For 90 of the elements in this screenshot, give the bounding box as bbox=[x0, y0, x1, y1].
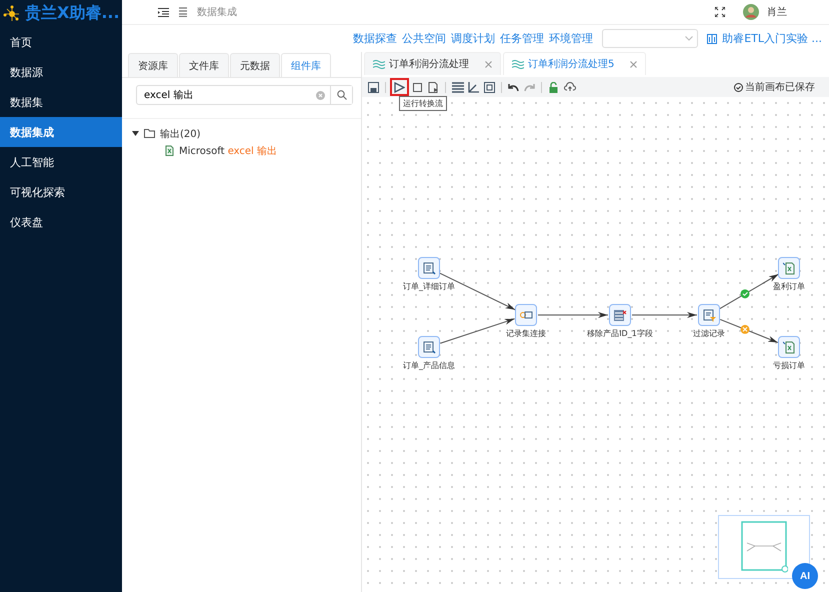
grid-icon bbox=[452, 82, 464, 92]
fullscreen-icon[interactable] bbox=[715, 7, 725, 17]
connector-arrow bbox=[632, 312, 698, 318]
undo-icon bbox=[508, 82, 519, 92]
minimap[interactable] bbox=[718, 515, 810, 579]
caret-icon[interactable] bbox=[132, 130, 139, 137]
redo-icon bbox=[524, 82, 535, 92]
tab-label: 订单利润分流处理5 bbox=[528, 58, 614, 71]
spreadsheet-file-icon bbox=[783, 262, 795, 274]
flow-icon bbox=[512, 60, 524, 68]
node-label: 移除产品ID_1字段 bbox=[587, 328, 653, 339]
node-label: 盈利订单 bbox=[773, 281, 805, 292]
tooltip: 运行转换流 bbox=[399, 96, 447, 111]
spreadsheet-file-icon bbox=[783, 340, 795, 354]
flow-node[interactable] bbox=[418, 336, 440, 358]
sidebar-item[interactable]: 首页 bbox=[0, 27, 122, 57]
join-icon bbox=[519, 309, 533, 321]
filter-icon bbox=[702, 308, 716, 322]
fit-screen-icon bbox=[484, 82, 495, 92]
align-button[interactable] bbox=[466, 80, 481, 94]
remove-field-icon bbox=[613, 308, 627, 322]
nav-link[interactable]: 数据探查 bbox=[353, 31, 398, 46]
save-status: 当前画布已保存 bbox=[745, 80, 815, 94]
sidebar-item[interactable]: 数据集成 bbox=[0, 117, 122, 147]
course-link[interactable]: 助睿ETL入门实验 ... bbox=[722, 31, 822, 46]
save-icon bbox=[368, 82, 379, 92]
select-field[interactable] bbox=[602, 29, 698, 48]
ai-assistant-button[interactable]: AI bbox=[792, 563, 818, 589]
close-icon[interactable] bbox=[630, 60, 638, 68]
flow-node[interactable] bbox=[418, 257, 440, 279]
close-icon[interactable] bbox=[485, 60, 492, 68]
flow-node[interactable] bbox=[609, 304, 631, 326]
connector-arrow bbox=[718, 274, 780, 310]
editor-tab[interactable]: 订单利润分流处理5 bbox=[503, 52, 646, 75]
sidebar-item[interactable]: 数据集 bbox=[0, 87, 122, 117]
nav-link[interactable]: 任务管理 bbox=[500, 31, 544, 46]
tree-item[interactable]: Microsoft excel 输出 bbox=[179, 144, 278, 158]
node-label: 订单_详细订单 bbox=[403, 281, 455, 292]
flow-node[interactable] bbox=[778, 336, 800, 358]
avatar[interactable] bbox=[743, 4, 759, 20]
grid-button[interactable] bbox=[450, 80, 465, 94]
nav-link[interactable]: 调度计划 bbox=[451, 31, 496, 46]
flow-node[interactable] bbox=[698, 304, 720, 326]
lock-icon bbox=[549, 82, 558, 92]
tab[interactable]: 资源库 bbox=[128, 53, 178, 77]
run-button[interactable] bbox=[390, 78, 409, 96]
breadcrumb: 数据集成 bbox=[197, 6, 237, 19]
folder-icon bbox=[144, 129, 155, 138]
user-name: 肖兰 bbox=[767, 6, 787, 19]
table-icon bbox=[422, 340, 436, 354]
flow-node[interactable] bbox=[515, 304, 537, 326]
nav-link[interactable]: 环境管理 bbox=[549, 31, 594, 46]
spreadsheet-file-icon bbox=[164, 145, 174, 156]
cloud-upload-icon bbox=[564, 82, 576, 92]
tree-item[interactable]: 输出(20) bbox=[160, 126, 201, 140]
stop-icon bbox=[413, 82, 422, 92]
node-label: 亏损订单 bbox=[773, 360, 805, 371]
sidebar-item[interactable]: 可视化探索 bbox=[0, 177, 122, 207]
search-input[interactable]: excel 输出 bbox=[137, 88, 316, 102]
node-label: 记录集连接 bbox=[506, 328, 546, 339]
editor-tab[interactable]: 订单利润分流处理 bbox=[364, 52, 501, 75]
book-icon bbox=[707, 34, 718, 44]
menu-fold-icon[interactable] bbox=[158, 8, 169, 16]
search-icon bbox=[336, 90, 346, 100]
tab[interactable]: 元数据 bbox=[230, 53, 280, 77]
angle-icon bbox=[468, 82, 479, 92]
tab-label: 订单利润分流处理 bbox=[389, 58, 469, 71]
sidebar-item[interactable]: 数据源 bbox=[0, 57, 122, 87]
nav-link[interactable]: 公共空间 bbox=[402, 31, 446, 46]
fit-button[interactable] bbox=[482, 80, 497, 94]
document-icon bbox=[428, 82, 439, 92]
search-button[interactable] bbox=[330, 86, 352, 104]
flow-icon bbox=[373, 60, 385, 68]
save-button[interactable] bbox=[366, 80, 381, 94]
flow-node[interactable] bbox=[778, 257, 800, 279]
search-field[interactable]: excel 输出 bbox=[136, 85, 353, 105]
node-label: 订单_产品信息 bbox=[403, 360, 455, 371]
table-icon bbox=[422, 262, 436, 274]
node-label: 过滤记录 bbox=[693, 328, 725, 339]
sidebar-item[interactable]: 人工智能 bbox=[0, 147, 122, 177]
tab[interactable]: 文件库 bbox=[179, 53, 229, 77]
check-circle-icon bbox=[734, 82, 743, 92]
connector-arrow bbox=[538, 312, 608, 318]
logo-icon bbox=[3, 4, 21, 22]
app-title: 贵兰X助睿... bbox=[25, 3, 120, 24]
tab[interactable]: 组件库 bbox=[281, 53, 331, 77]
list-icon bbox=[179, 7, 187, 17]
chevron-down-icon bbox=[685, 36, 694, 41]
play-icon bbox=[394, 82, 405, 92]
sidebar-item[interactable]: 仪表盘 bbox=[0, 207, 122, 237]
